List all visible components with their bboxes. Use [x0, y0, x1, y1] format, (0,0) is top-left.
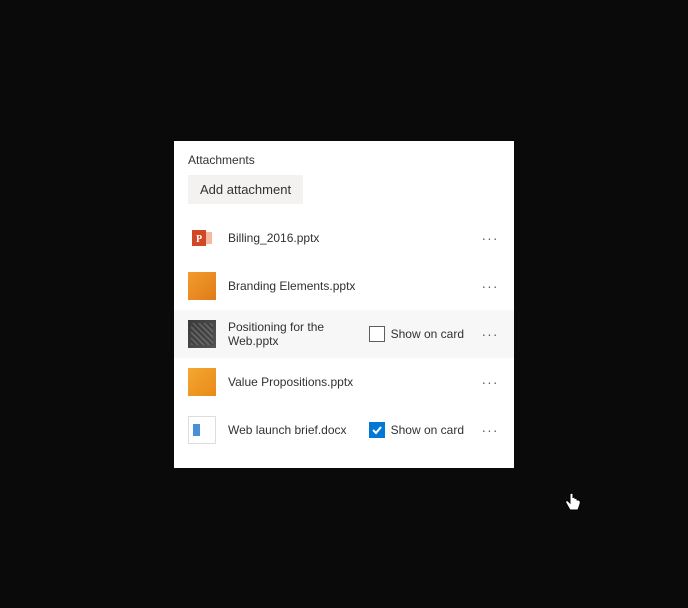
show-on-card-checkbox[interactable] — [369, 422, 385, 438]
attachment-row[interactable]: Web launch brief.docx Show on card ··· — [174, 406, 514, 454]
svg-text:P: P — [196, 234, 202, 245]
attachment-row[interactable]: Branding Elements.pptx ··· — [174, 262, 514, 310]
show-on-card-checkbox[interactable] — [369, 326, 385, 342]
attachments-panel: Attachments Add attachment P Billing_201… — [174, 141, 514, 468]
attachment-filename: Value Propositions.pptx — [228, 375, 468, 389]
show-on-card-control[interactable]: Show on card — [369, 422, 464, 438]
show-on-card-label: Show on card — [391, 423, 464, 437]
more-icon[interactable]: ··· — [480, 326, 500, 342]
show-on-card-control[interactable]: Show on card — [369, 326, 464, 342]
more-icon[interactable]: ··· — [480, 374, 500, 390]
file-thumbnail — [188, 368, 216, 396]
attachment-filename: Positioning for the Web.pptx — [228, 320, 357, 348]
more-icon[interactable]: ··· — [480, 422, 500, 438]
powerpoint-icon: P — [188, 224, 216, 252]
file-thumbnail — [188, 416, 216, 444]
file-thumbnail — [188, 272, 216, 300]
more-icon[interactable]: ··· — [480, 278, 500, 294]
attachment-filename: Billing_2016.pptx — [228, 231, 468, 245]
file-thumbnail — [188, 320, 216, 348]
more-icon[interactable]: ··· — [480, 230, 500, 246]
show-on-card-label: Show on card — [391, 327, 464, 341]
section-title: Attachments — [174, 153, 514, 175]
attachment-filename: Branding Elements.pptx — [228, 279, 468, 293]
attachment-list: P Billing_2016.pptx ··· Branding Element… — [174, 214, 514, 454]
add-attachment-button[interactable]: Add attachment — [188, 175, 303, 204]
attachment-row[interactable]: Positioning for the Web.pptx Show on car… — [174, 310, 514, 358]
pointer-cursor-icon — [564, 492, 582, 517]
attachment-filename: Web launch brief.docx — [228, 423, 357, 437]
attachment-row[interactable]: P Billing_2016.pptx ··· — [174, 214, 514, 262]
attachment-row[interactable]: Value Propositions.pptx ··· — [174, 358, 514, 406]
